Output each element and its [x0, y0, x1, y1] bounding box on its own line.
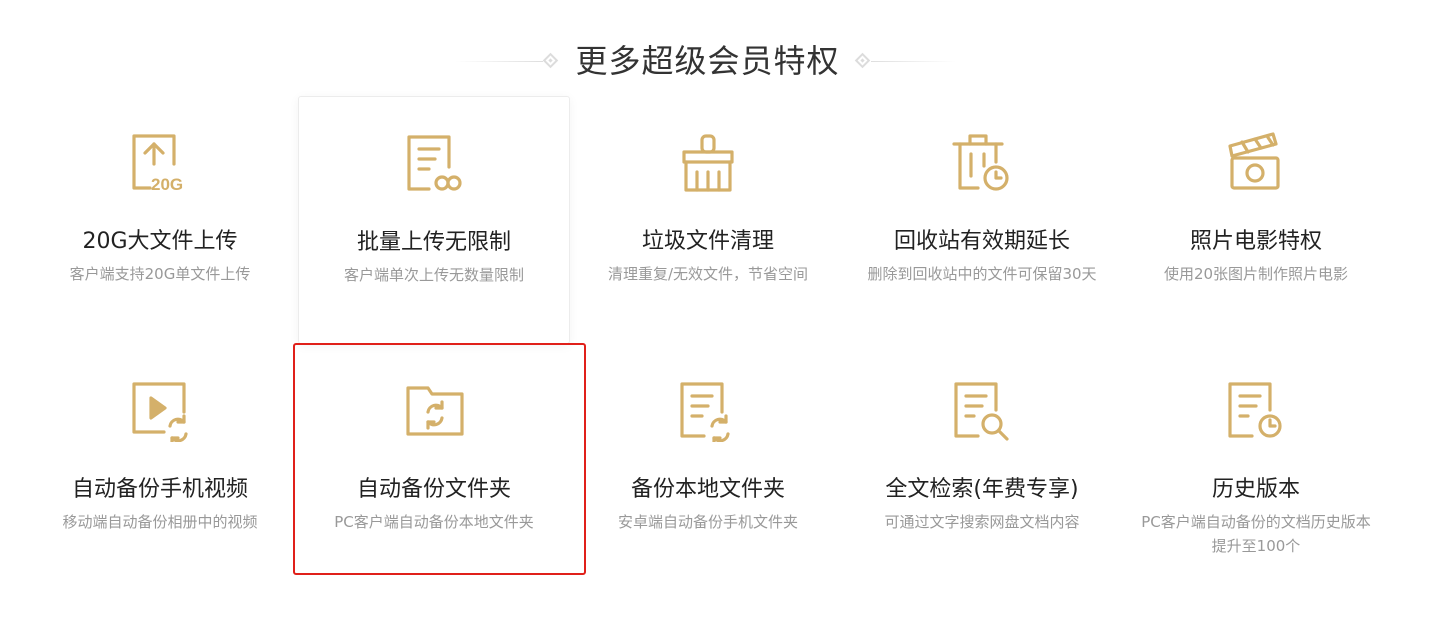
feature-card-folder-backup[interactable]: 自动备份文件夹 PC客户端自动备份本地文件夹: [298, 344, 570, 592]
unlimited-upload-icon: [405, 133, 465, 195]
diamond-ornament-left: [542, 52, 559, 69]
feature-desc: PC客户端自动备份本地文件夹: [334, 513, 534, 531]
document-search-icon: [952, 380, 1012, 442]
feature-title: 垃圾文件清理: [641, 229, 774, 254]
document-sync-icon: [678, 380, 738, 442]
trash-clock-icon: [952, 132, 1012, 194]
feature-title: 历史版本: [1211, 477, 1300, 502]
video-sync-icon: [130, 380, 190, 442]
diamond-ornament-right: [854, 52, 871, 69]
feature-card-batch-upload[interactable]: 批量上传无限制 客户端单次上传无数量限制: [298, 96, 570, 344]
feature-desc: 删除到回收站中的文件可保留30天: [867, 265, 1097, 283]
feature-desc: 客户端单次上传无数量限制: [343, 266, 524, 284]
feature-desc: 使用20张图片制作照片电影: [1163, 265, 1349, 283]
feature-desc: 可通过文字搜索网盘文档内容: [884, 513, 1080, 531]
feature-desc: PC客户端自动备份的文档历史版本提升至100个: [1141, 513, 1371, 555]
svg-text:20G: 20G: [151, 175, 183, 194]
feature-card-junk-cleanup[interactable]: 垃圾文件清理 清理重复/无效文件，节省空间: [572, 96, 844, 344]
feature-card-video-backup[interactable]: 自动备份手机视频 移动端自动备份相册中的视频: [24, 344, 296, 592]
feature-desc: 安卓端自动备份手机文件夹: [617, 513, 798, 531]
feature-title: 批量上传无限制: [356, 230, 511, 255]
feature-desc: 清理重复/无效文件，节省空间: [607, 265, 809, 283]
document-history-icon: [1226, 380, 1286, 442]
feature-title: 备份本地文件夹: [630, 477, 785, 502]
header-divider-right: [871, 61, 956, 62]
feature-title: 自动备份文件夹: [356, 477, 511, 502]
feature-title: 20G大文件上传: [82, 229, 238, 254]
feature-card-local-folder-backup[interactable]: 备份本地文件夹 安卓端自动备份手机文件夹: [572, 344, 844, 592]
feature-card-recycle-bin[interactable]: 回收站有效期延长 删除到回收站中的文件可保留30天: [846, 96, 1118, 344]
broom-icon: [678, 132, 738, 194]
upload-20g-icon: 20G: [130, 132, 190, 194]
feature-title: 全文检索(年费专享): [885, 477, 1079, 502]
privileges-grid: 20G 20G大文件上传 客户端支持20G单文件上传 批量上传无限制 客户端单次…: [24, 96, 1404, 596]
feature-card-large-upload[interactable]: 20G 20G大文件上传 客户端支持20G单文件上传: [24, 96, 296, 344]
clapperboard-icon: [1226, 132, 1286, 194]
feature-card-fulltext-search[interactable]: 全文检索(年费专享) 可通过文字搜索网盘文档内容: [846, 344, 1118, 592]
feature-desc: 客户端支持20G单文件上传: [69, 265, 251, 283]
header-divider-left: [455, 61, 543, 62]
section-title: 更多超级会员特权: [575, 42, 840, 80]
feature-title: 自动备份手机视频: [71, 477, 248, 502]
feature-title: 回收站有效期延长: [893, 229, 1070, 254]
feature-card-version-history[interactable]: 历史版本 PC客户端自动备份的文档历史版本提升至100个: [1120, 344, 1392, 592]
folder-sync-icon: [404, 380, 464, 442]
feature-card-photo-movie[interactable]: 照片电影特权 使用20张图片制作照片电影: [1120, 96, 1392, 344]
feature-desc: 移动端自动备份相册中的视频: [62, 513, 258, 531]
feature-title: 照片电影特权: [1189, 229, 1322, 254]
section-header: 更多超级会员特权: [0, 36, 1437, 86]
